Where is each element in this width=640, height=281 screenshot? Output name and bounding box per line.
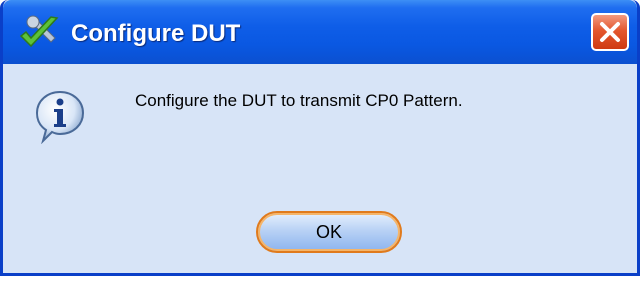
info-icon: [35, 90, 85, 145]
close-button[interactable]: [591, 13, 629, 51]
dialog-window: Configure DUT Configure the DUT to trans…: [0, 0, 640, 276]
dialog-content: Configure the DUT to transmit CP0 Patter…: [3, 64, 637, 273]
checkmark-wrench-icon: [17, 14, 63, 54]
title-bar[interactable]: Configure DUT: [3, 0, 637, 64]
dialog-message: Configure the DUT to transmit CP0 Patter…: [135, 91, 463, 110]
close-icon: [600, 22, 620, 42]
ok-button[interactable]: OK: [256, 211, 402, 253]
window-title: Configure DUT: [71, 20, 241, 47]
background-strip: [0, 276, 640, 281]
